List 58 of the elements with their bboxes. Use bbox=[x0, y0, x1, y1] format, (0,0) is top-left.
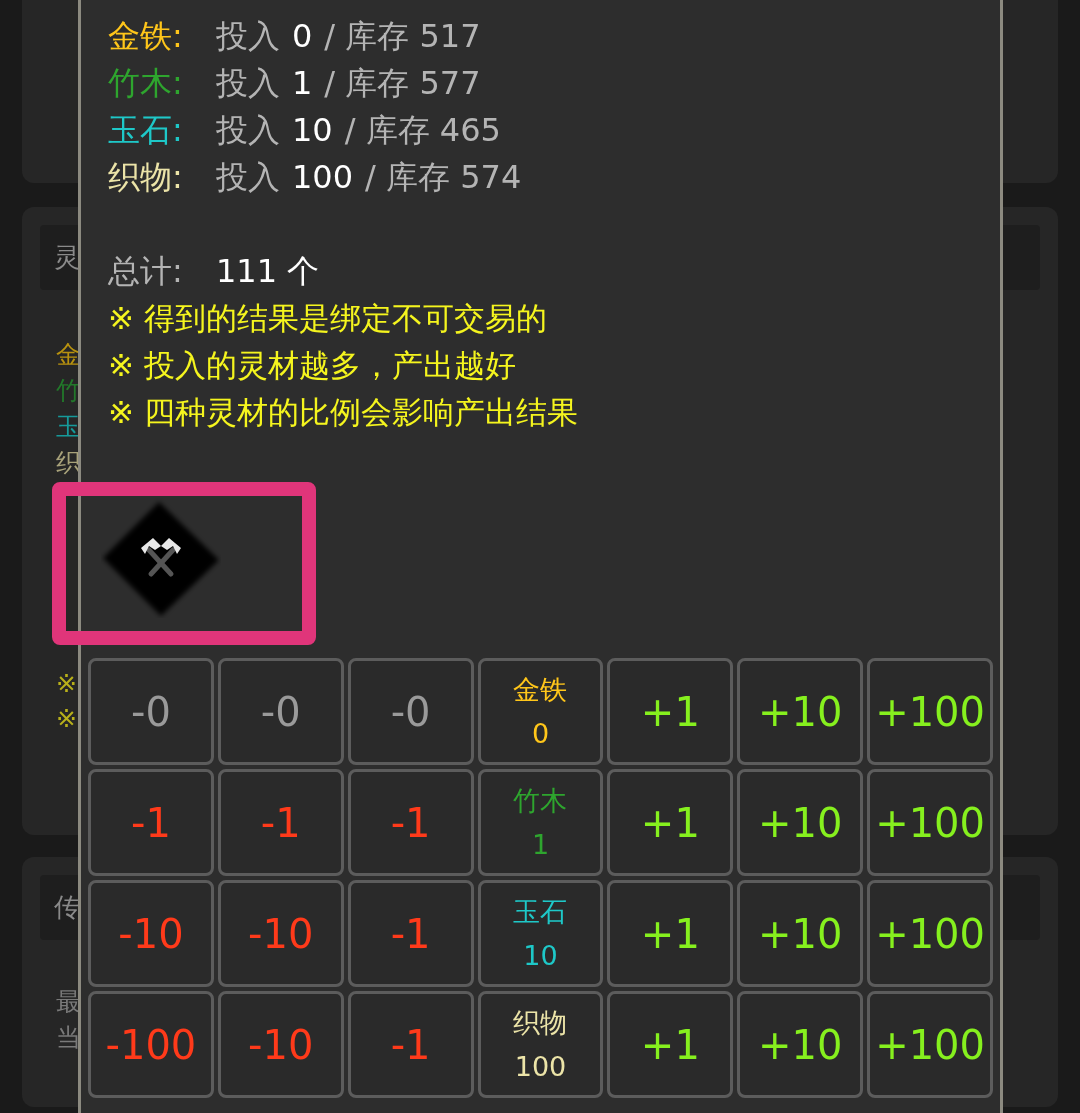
stock-label: / 库存 465 bbox=[344, 110, 501, 151]
background-text: 当 bbox=[56, 1022, 81, 1054]
material-name: 织物: bbox=[108, 157, 184, 198]
invested-amount: 100 bbox=[292, 157, 354, 198]
background-text: 织 bbox=[56, 447, 81, 479]
increase-button[interactable]: +100 bbox=[867, 658, 993, 765]
note-mark: ※ bbox=[56, 668, 77, 700]
background-text: 最 bbox=[56, 986, 81, 1018]
decrease-button[interactable]: -100 bbox=[88, 991, 214, 1098]
increase-button[interactable]: +10 bbox=[737, 658, 864, 765]
decrease-button[interactable]: -1 bbox=[217, 769, 344, 876]
increase-button[interactable]: +100 bbox=[867, 991, 993, 1098]
note-mark: ※ bbox=[56, 703, 77, 735]
material-name: 金铁: bbox=[108, 16, 184, 57]
increase-button[interactable]: +10 bbox=[737, 991, 864, 1098]
stock-label: / 库存 574 bbox=[365, 157, 522, 198]
invest-label: 投入 bbox=[216, 63, 280, 104]
material-name: 竹木 bbox=[513, 783, 568, 818]
invested-amount: 0 bbox=[292, 16, 313, 57]
decrease-button[interactable]: -10 bbox=[217, 991, 344, 1098]
material-name: 金铁 bbox=[513, 672, 568, 707]
background-text: 金 bbox=[56, 339, 81, 371]
decrease-button[interactable]: -1 bbox=[347, 991, 474, 1098]
material-name: 玉石: bbox=[108, 110, 184, 151]
notice-text: ※ 四种灵材的比例会影响产出结果 bbox=[108, 393, 578, 432]
increase-button[interactable]: +1 bbox=[607, 769, 734, 876]
notice-text: ※ 投入的灵材越多，产出越好 bbox=[108, 346, 516, 385]
increase-button[interactable]: +10 bbox=[737, 880, 864, 987]
material-name: 玉石 bbox=[513, 894, 568, 929]
material-name: 织物 bbox=[513, 1005, 568, 1040]
increase-button[interactable]: +1 bbox=[607, 658, 734, 765]
total-label: 总计: bbox=[108, 251, 184, 292]
increase-button[interactable]: +100 bbox=[867, 769, 993, 876]
notice-text: ※ 得到的结果是绑定不可交易的 bbox=[108, 299, 547, 338]
invest-label: 投入 bbox=[216, 16, 280, 57]
increase-button[interactable]: +1 bbox=[607, 991, 734, 1098]
invest-label: 投入 bbox=[216, 110, 280, 151]
decrease-button[interactable]: -1 bbox=[347, 769, 474, 876]
background-text: 玉 bbox=[56, 411, 81, 443]
increase-button[interactable]: +100 bbox=[867, 880, 993, 987]
stock-label: / 库存 577 bbox=[324, 63, 481, 104]
background-text: 竹 bbox=[56, 375, 81, 407]
increase-button[interactable]: +1 bbox=[607, 880, 734, 987]
invested-amount: 1 bbox=[292, 63, 313, 104]
decrease-button[interactable]: -10 bbox=[88, 880, 214, 987]
total-value: 111 个 bbox=[216, 251, 320, 292]
decrease-button[interactable]: -1 bbox=[88, 769, 214, 876]
material-amount: 10 bbox=[523, 938, 558, 973]
material-name: 竹木: bbox=[108, 63, 184, 104]
invest-label: 投入 bbox=[216, 157, 280, 198]
material-amount: 100 bbox=[514, 1049, 567, 1084]
decrease-button[interactable]: -1 bbox=[347, 880, 474, 987]
stock-label: / 库存 517 bbox=[324, 16, 481, 57]
material-amount: 1 bbox=[531, 827, 550, 862]
invested-amount: 10 bbox=[292, 110, 333, 151]
increase-button[interactable]: +10 bbox=[737, 769, 864, 876]
material-amount: 0 bbox=[531, 716, 550, 751]
decrease-button[interactable]: -10 bbox=[217, 880, 344, 987]
